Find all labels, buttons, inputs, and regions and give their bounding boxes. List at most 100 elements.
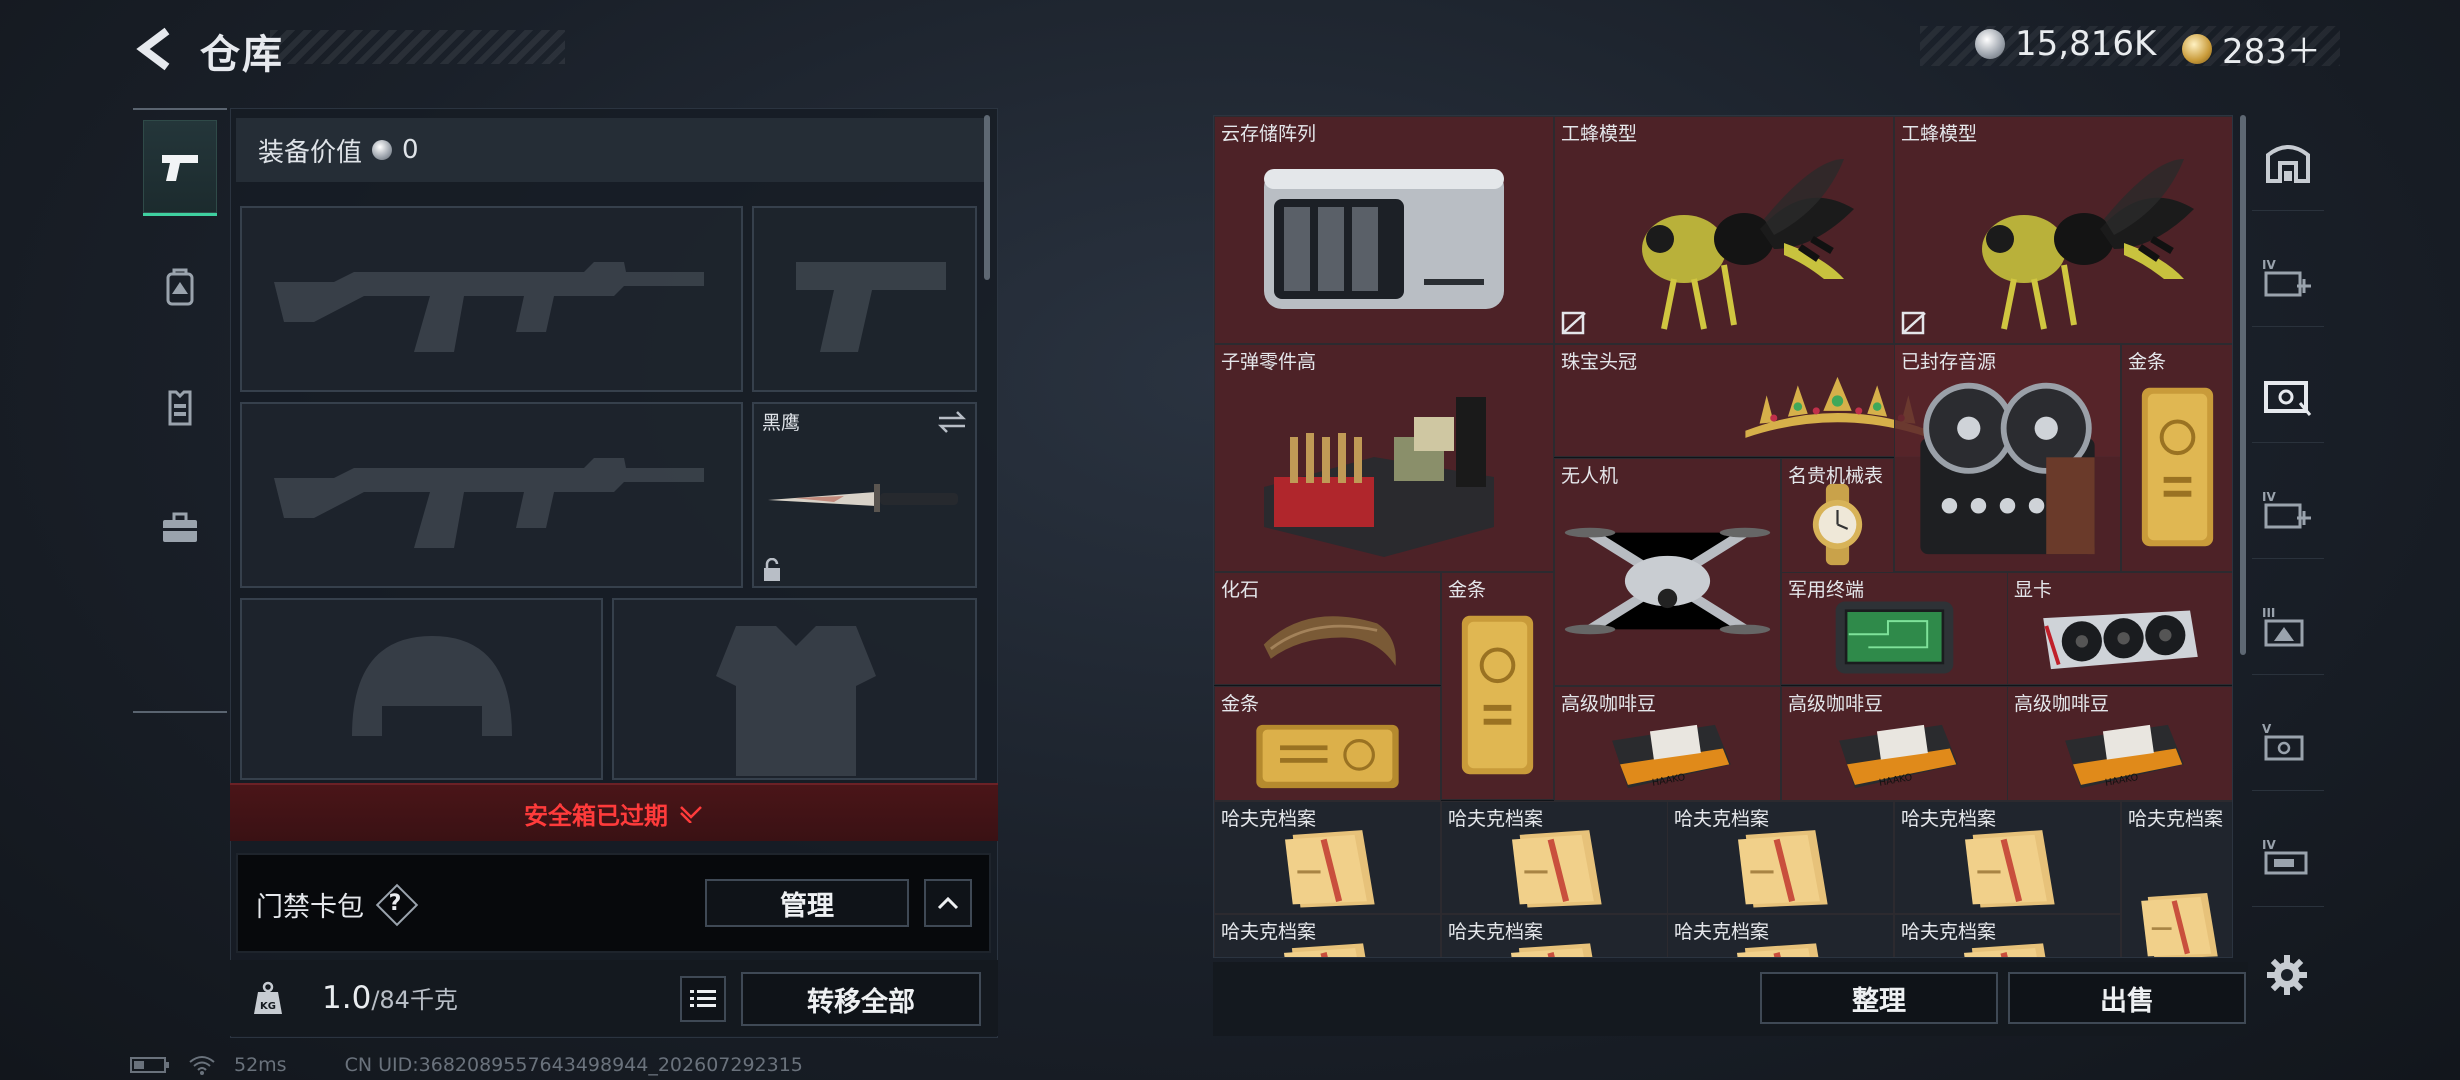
tab-storage-4[interactable]: V	[2252, 695, 2324, 791]
weight-max: /84千克	[371, 986, 458, 1014]
tab-armor[interactable]	[143, 360, 217, 456]
stash-item-haavk-file[interactable]: 哈夫克档案	[1894, 914, 2121, 957]
stash-item-haavk-file[interactable]: 哈夫克档案	[2121, 801, 2232, 957]
expand-storage-icon: IV	[2262, 258, 2311, 296]
storage-box-icon: V	[2262, 722, 2304, 760]
item-name: 子弹零件高	[1221, 351, 1317, 373]
secondary-weapon-slot[interactable]	[240, 402, 743, 588]
stash-item-gold-bar[interactable]: 金条	[2121, 344, 2232, 572]
stash-item-bee-model[interactable]: 工蜂模型	[1894, 116, 2232, 344]
stash-grid: 云存储阵列 工蜂模型 工蜂模型 子弹零件高 珠宝头冠 已封存音源 金条 无人机 名贵机械表 化石金…	[1213, 115, 2233, 958]
tab-storage-expand-1[interactable]: IV	[2252, 231, 2324, 327]
list-view-button[interactable]	[680, 976, 726, 1022]
item-name: 高级咖啡豆	[1561, 693, 1657, 715]
gold-bar-icon	[2128, 367, 2227, 567]
item-name: 哈夫克档案	[1221, 808, 1317, 830]
pistol-silhouette-icon	[796, 262, 946, 352]
silver-currency: 15,816K	[1975, 24, 2156, 64]
storage-box-icon	[2264, 380, 2312, 416]
stash-scrollbar[interactable]	[2240, 115, 2246, 655]
item-name: 哈夫克档案	[1221, 921, 1317, 943]
bee-model-icon	[1901, 139, 2227, 339]
stash-item-ammo-parts[interactable]: 子弹零件高	[1214, 344, 1554, 572]
bee-model-icon	[1561, 139, 1887, 339]
stash-item-haavk-file[interactable]: 哈夫克档案	[1667, 801, 1894, 914]
stash-item-coffee-beans[interactable]: 高级咖啡豆 HAAKO	[2007, 686, 2232, 801]
sell-button[interactable]: 出售	[2008, 972, 2246, 1024]
fossil-icon	[1221, 595, 1434, 680]
knife-icon	[768, 484, 958, 512]
tab-weapons[interactable]	[143, 120, 217, 216]
stash-item-haavk-file[interactable]: 哈夫克档案	[1214, 914, 1441, 957]
status-bar: 52ms CN UID:3682089557643498944_20260729…	[130, 1054, 803, 1076]
stash-item-haavk-file[interactable]: 哈夫克档案	[1441, 801, 1668, 914]
gold-bar-icon	[1448, 595, 1547, 795]
stash-item-haavk-file[interactable]: 哈夫克档案	[1214, 801, 1441, 914]
secure-case-expired-bar[interactable]: 安全箱已过期	[230, 783, 998, 841]
settings-button[interactable]	[2262, 950, 2312, 1000]
stash-item-haavk-file[interactable]: 哈夫克档案	[1441, 914, 1668, 957]
briefcase-icon	[163, 512, 197, 542]
page-title: 仓库	[200, 32, 284, 78]
stash-item-haavk-file[interactable]: 哈夫克档案	[1894, 801, 2121, 914]
swap-icon[interactable]	[937, 410, 967, 434]
coffee-beans-icon: HAAKO	[1561, 709, 1774, 796]
help-icon[interactable]: ?	[378, 886, 412, 920]
stash-item-coffee-beans[interactable]: 高级咖啡豆 HAAKO	[1554, 686, 1781, 801]
haavk-file-icon	[2128, 824, 2227, 957]
helmet-silhouette-icon	[352, 636, 512, 736]
body-armor-slot[interactable]	[612, 598, 977, 780]
collapse-button[interactable]	[924, 879, 972, 927]
stash-item-coffee-beans[interactable]: 高级咖啡豆 HAAKO	[1781, 686, 2008, 801]
item-name: 高级咖啡豆	[2014, 693, 2110, 715]
primary-weapon-slot[interactable]	[240, 206, 743, 392]
vest-icon	[168, 390, 192, 426]
tab-storage-3[interactable]: III	[2252, 579, 2324, 675]
expand-storage-icon: IV	[2262, 490, 2311, 528]
stash-item-fossil[interactable]: 化石	[1214, 572, 1441, 685]
tape-recorder-icon	[1901, 367, 2114, 567]
stash-item-military-terminal[interactable]: 军用终端	[1781, 572, 2008, 685]
bound-lock-icon	[1901, 311, 1927, 339]
item-name: 军用终端	[1788, 579, 1865, 601]
stash-item-bee-model[interactable]: 工蜂模型	[1554, 116, 1894, 344]
help-glyph: ?	[388, 890, 402, 916]
armor-silhouette-icon	[716, 626, 876, 776]
stash-item-watch[interactable]: 名贵机械表	[1781, 458, 1894, 573]
gold-currency[interactable]: 283＋	[2182, 24, 2321, 73]
tab-storage-5[interactable]: IV	[2252, 811, 2324, 907]
stash-item-gold-bar-flat[interactable]: 金条	[1214, 686, 1441, 801]
sidearm-slot[interactable]	[752, 206, 977, 392]
item-name: 哈夫克档案	[1448, 921, 1544, 943]
helmet-slot[interactable]	[240, 598, 603, 780]
equipment-value-label: 装备价值	[258, 137, 363, 168]
item-name: 工蜂模型	[1561, 123, 1638, 145]
ping-value: 52ms	[234, 1054, 287, 1076]
chevron-up-icon	[937, 896, 959, 910]
stash-item-tape-recorder[interactable]: 已封存音源	[1894, 344, 2121, 572]
tab-case[interactable]	[143, 480, 217, 576]
gear-icon	[2267, 955, 2307, 995]
tab-backpack[interactable]	[143, 240, 217, 336]
item-name: 金条	[1221, 693, 1260, 715]
stash-item-storage-array[interactable]: 云存储阵列	[1214, 116, 1554, 344]
stash-item-haavk-file[interactable]: 哈夫克档案	[1667, 914, 1894, 957]
item-name: 哈夫克档案	[1674, 921, 1770, 943]
equipment-scrollbar[interactable]	[984, 115, 990, 280]
bound-lock-icon	[1561, 311, 1587, 339]
back-arrow-icon	[136, 27, 170, 71]
storage-tab-rail: IV IV III V IV	[2252, 115, 2324, 1035]
transfer-all-button[interactable]: 转移全部	[741, 972, 981, 1026]
stash-item-drone[interactable]: 无人机	[1554, 458, 1781, 686]
melee-slot[interactable]: 黑鹰	[752, 402, 977, 588]
sort-button[interactable]: 整理	[1760, 972, 1998, 1024]
tab-storage-selected[interactable]	[2252, 347, 2324, 443]
back-button[interactable]	[130, 24, 180, 74]
stash-item-gold-bar[interactable]: 金条	[1441, 572, 1554, 800]
coffee-beans-icon: HAAKO	[1788, 709, 2001, 796]
gold-coin-icon	[2182, 33, 2212, 64]
tab-all-storage[interactable]	[2252, 115, 2324, 211]
stash-item-graphics-card[interactable]: 显卡	[2007, 572, 2232, 685]
manage-button[interactable]: 管理	[705, 879, 909, 927]
tab-storage-expand-2[interactable]: IV	[2252, 463, 2324, 559]
